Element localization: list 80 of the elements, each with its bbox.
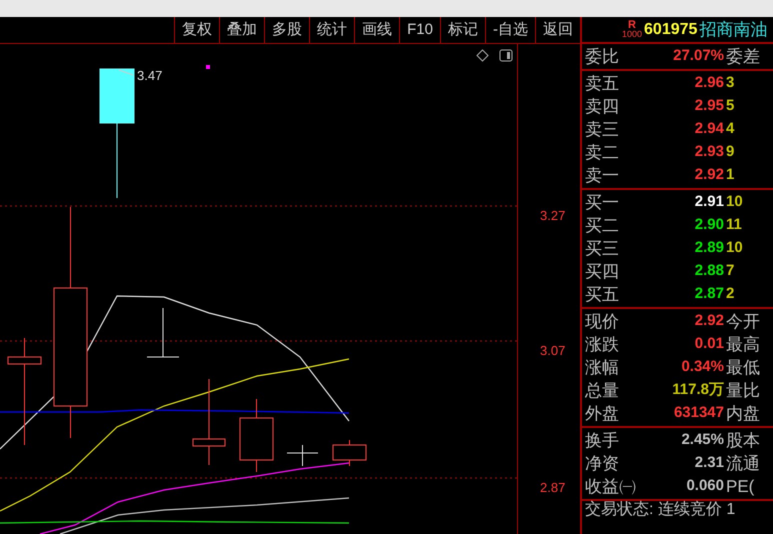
field-label: 内盘: [725, 402, 760, 425]
field-value: 2.91: [694, 192, 724, 212]
field-label: 买五: [584, 284, 620, 306]
field-value: 2.31: [694, 453, 724, 474]
field-label: 卖二: [584, 142, 620, 164]
field-value: 2.92: [694, 165, 724, 186]
order-volume: 2: [725, 284, 734, 304]
field-label: 委比: [584, 46, 620, 68]
field-label: 外盘: [584, 402, 620, 425]
field-label: 涨幅: [584, 356, 620, 379]
field-label: 今开: [725, 310, 760, 333]
order-volume: 5: [725, 96, 734, 116]
toolbar-button[interactable]: -自选: [485, 17, 535, 43]
order-volume: 4: [725, 119, 734, 140]
leader-line: [118, 70, 134, 76]
toolbar-button[interactable]: 统计: [309, 17, 354, 43]
field-value: 27.07%: [672, 46, 724, 66]
toolbar-button[interactable]: 多股: [264, 17, 310, 43]
field-label: 换手: [584, 430, 620, 452]
candlestick: [332, 440, 366, 466]
field-value: 0.01: [694, 334, 724, 354]
field-label: 买四: [584, 260, 620, 283]
field-label: 卖四: [584, 96, 620, 118]
order-volume: 9: [725, 142, 734, 162]
field-label: 最低: [725, 356, 760, 379]
field-value: 2.88: [694, 261, 724, 282]
field-value: 2.95: [694, 96, 724, 116]
toolbar-button[interactable]: 标记: [440, 17, 485, 43]
field-label: 买三: [584, 238, 620, 260]
field-label: 买一: [584, 192, 620, 214]
stock-code: 601975: [644, 20, 698, 40]
stock-name: 招商南油: [699, 18, 768, 41]
high-price-label: 3.47: [137, 67, 162, 85]
field-label: 股本: [725, 430, 760, 452]
order-volume: 3: [725, 73, 734, 94]
field-value: 2.92: [694, 311, 724, 332]
toolbar-button[interactable]: 画线: [354, 17, 400, 43]
price-axis-label: 2.87: [540, 479, 566, 497]
field-value: 2.94: [694, 119, 724, 140]
field-label: PE(: [725, 476, 754, 498]
order-volume: 1: [725, 165, 734, 186]
doji-candlestick: [146, 308, 180, 358]
toolbar-button[interactable]: 复权: [174, 17, 220, 43]
field-value: 117.8万: [671, 380, 724, 400]
field-value: 2.90: [694, 215, 724, 236]
field-value: 2.45%: [680, 430, 724, 450]
order-volume: 10: [725, 238, 743, 258]
field-label: 现价: [584, 310, 620, 333]
field-label: 净资: [584, 452, 620, 475]
field-label: 涨跌: [584, 334, 620, 356]
field-value: 2.96: [694, 73, 724, 94]
field-label: 委差: [725, 46, 760, 68]
toolbar-button[interactable]: F10: [399, 17, 440, 43]
field-label: 买二: [584, 214, 620, 237]
order-volume: 10: [725, 192, 743, 212]
field-label: 收益㈠: [584, 476, 637, 498]
field-value: 631347: [672, 403, 724, 424]
toolbar-button[interactable]: 叠加: [219, 17, 264, 43]
market-tag-label: R 1000: [622, 20, 642, 38]
field-value: 2.87: [694, 284, 724, 304]
field-value: 0.060: [685, 476, 724, 496]
field-value: 0.34%: [680, 357, 724, 378]
doji-candlestick: [286, 444, 318, 466]
field-label: 量比: [725, 380, 760, 402]
trading-status: 交易状态: 连续竞价 1: [584, 501, 736, 519]
panel-toggle-icon[interactable]: [499, 49, 513, 62]
field-label: 总量: [584, 380, 620, 402]
field-label: 最高: [725, 334, 760, 356]
order-volume: 7: [725, 261, 734, 282]
field-label: 卖五: [584, 72, 620, 95]
order-volume: 11: [725, 215, 742, 236]
price-axis-label: 3.07: [540, 342, 566, 360]
field-label: 流通: [725, 452, 760, 475]
diamond-icon[interactable]: [476, 49, 489, 62]
field-value: 2.89: [694, 238, 724, 258]
field-value: 2.93: [694, 142, 724, 162]
toolbar-button[interactable]: 返回: [535, 17, 580, 43]
field-label: 卖一: [584, 164, 620, 187]
price-axis-label: 3.27: [540, 207, 566, 225]
field-label: 卖三: [584, 118, 620, 141]
